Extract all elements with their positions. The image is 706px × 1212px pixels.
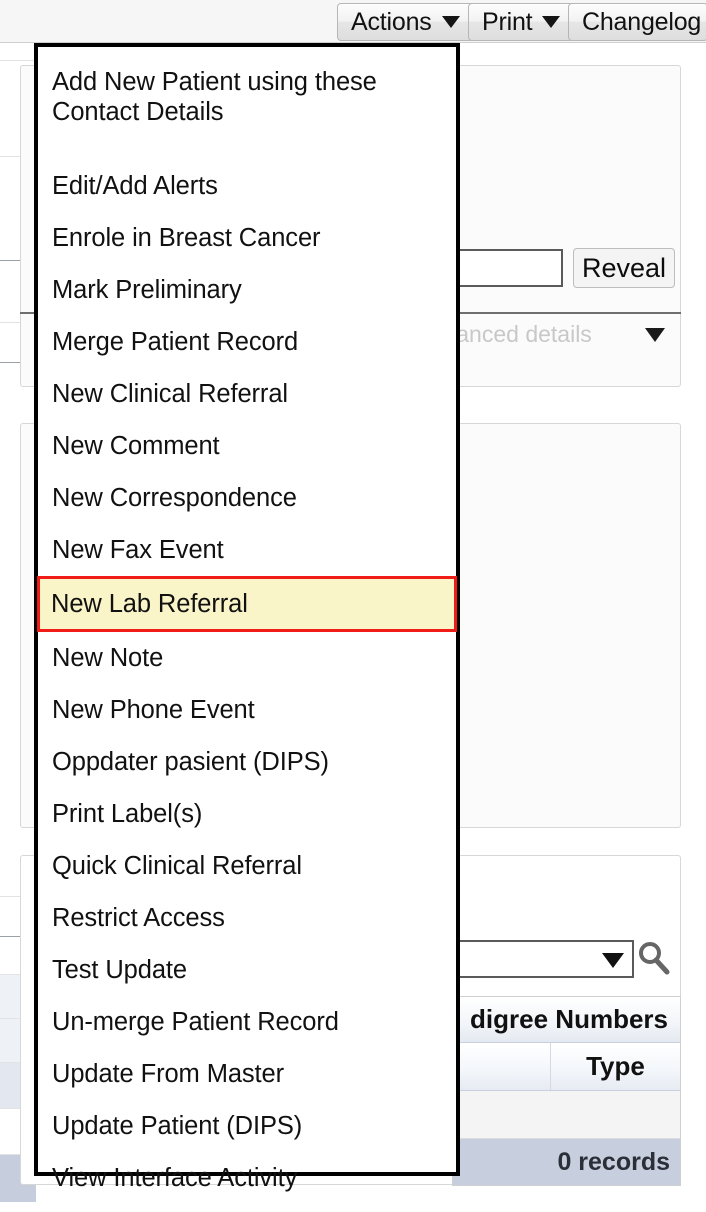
grid-column-header-blank: [453, 1043, 551, 1090]
chevron-down-icon: [542, 16, 561, 28]
reveal-button-label: Reveal: [582, 252, 667, 283]
menu-item-label: Merge Patient Record: [52, 328, 299, 356]
menu-item-un-merge-patient-record[interactable]: Un-merge Patient Record: [38, 996, 456, 1048]
actions-button-label: Actions: [351, 7, 432, 36]
menu-item-label: Enrole in Breast Cancer: [52, 224, 321, 252]
chevron-down-icon[interactable]: [602, 953, 624, 968]
menu-item-label: Edit/Add Alerts: [52, 172, 218, 200]
menu-item-label: Update Patient (DIPS): [52, 1112, 303, 1140]
menu-item-mark-preliminary[interactable]: Mark Preliminary: [38, 264, 456, 316]
grid-record-count: 0 records: [453, 1139, 680, 1185]
screen: Reveal e advanced details digree Numbers…: [0, 0, 706, 1212]
grid-title: digree Numbers: [453, 997, 680, 1043]
actions-button[interactable]: Actions: [337, 3, 474, 41]
menu-item-new-note[interactable]: New Note: [38, 632, 456, 684]
menu-item-new-correspondence[interactable]: New Correspondence: [38, 472, 456, 524]
menu-item-new-lab-referral[interactable]: New Lab Referral: [37, 576, 457, 632]
toolbar: Actions Print Changelog: [0, 0, 706, 43]
grid-column-header-type: Type: [586, 1051, 645, 1081]
grid-header-row: Type: [453, 1043, 680, 1091]
menu-item-new-clinical-referral[interactable]: New Clinical Referral: [38, 368, 456, 420]
menu-item-label: View Interface Activity: [52, 1164, 298, 1192]
changelog-button-label: Changelog: [582, 7, 702, 36]
menu-item-label: Test Update: [52, 956, 187, 984]
menu-item-label: New Note: [52, 644, 164, 672]
menu-item-restrict-access[interactable]: Restrict Access: [38, 892, 456, 944]
menu-item-label: Oppdater pasient (DIPS): [52, 748, 329, 776]
menu-item-label: Update From Master: [52, 1060, 285, 1088]
menu-item-label: New Fax Event: [52, 536, 224, 564]
menu-item-test-update[interactable]: Test Update: [38, 944, 456, 996]
menu-item-label: Mark Preliminary: [52, 276, 242, 304]
menu-item-quick-clinical-referral[interactable]: Quick Clinical Referral: [38, 840, 456, 892]
menu-item-view-interface-activity[interactable]: View Interface Activity: [38, 1152, 456, 1204]
menu-item-label: New Lab Referral: [51, 590, 248, 618]
menu-item-update-from-master[interactable]: Update From Master: [38, 1048, 456, 1100]
search-icon[interactable]: [637, 940, 671, 976]
actions-dropdown-menu: Add New Patient using these Contact Deta…: [34, 43, 460, 1192]
reveal-button[interactable]: Reveal: [573, 248, 676, 288]
menu-item-label: New Comment: [52, 432, 220, 460]
menu-item-edit-add-alerts[interactable]: Edit/Add Alerts: [38, 160, 456, 212]
chevron-down-icon[interactable]: [645, 328, 665, 342]
actions-menu-list: Add New Patient using these Contact Deta…: [37, 47, 457, 1192]
menu-item-label: Add New Patient using these Contact Deta…: [52, 68, 377, 126]
menu-item-label: Restrict Access: [52, 904, 225, 932]
menu-item-oppdater-pasient-dips[interactable]: Oppdater pasient (DIPS): [38, 736, 456, 788]
menu-item-label: Print Label(s): [52, 800, 203, 828]
print-button-label: Print: [482, 7, 533, 36]
menu-item-update-patient-dips[interactable]: Update Patient (DIPS): [38, 1100, 456, 1152]
menu-item-label: New Correspondence: [52, 484, 297, 512]
menu-item-enrole-in-breast-cancer[interactable]: Enrole in Breast Cancer: [38, 212, 456, 264]
grid-empty-body: [453, 1091, 680, 1139]
pedigree-numbers-grid: digree Numbers Type 0 records: [452, 996, 681, 1186]
menu-item-new-comment[interactable]: New Comment: [38, 420, 456, 472]
menu-item-label: Un-merge Patient Record: [52, 1008, 339, 1036]
menu-item-add-new-patient-using-these-contact-details[interactable]: Add New Patient using these Contact Deta…: [38, 56, 456, 160]
menu-item-label: New Clinical Referral: [52, 380, 288, 408]
menu-item-print-label-s[interactable]: Print Label(s): [38, 788, 456, 840]
menu-item-merge-patient-record[interactable]: Merge Patient Record: [38, 316, 456, 368]
menu-item-new-fax-event[interactable]: New Fax Event: [38, 524, 456, 576]
changelog-button[interactable]: Changelog: [568, 3, 706, 41]
menu-item-label: New Phone Event: [52, 696, 255, 724]
menu-item-new-phone-event[interactable]: New Phone Event: [38, 684, 456, 736]
menu-item-label: Quick Clinical Referral: [52, 852, 302, 880]
chevron-down-icon: [441, 16, 460, 28]
print-button[interactable]: Print: [468, 3, 575, 41]
